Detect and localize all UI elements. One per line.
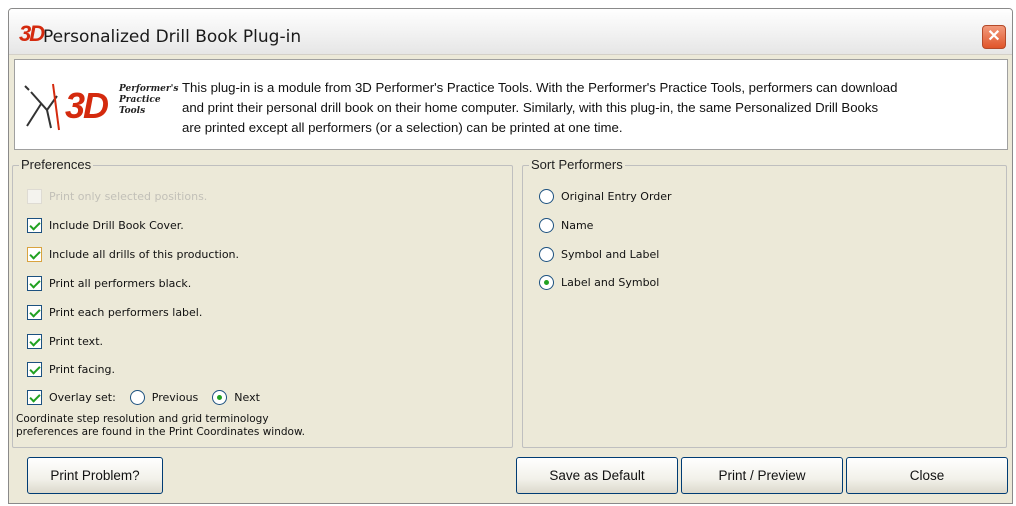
pref-include-all-drills[interactable]: Include all drills of this production. [27,247,239,262]
preferences-label: Preferences [19,157,94,172]
dialog-window: 3D Personalized Drill Book Plug-in ✕ 3D … [8,8,1013,504]
checkbox[interactable] [27,305,42,320]
figure-icon [24,83,60,131]
radio[interactable] [539,218,554,233]
title-bar[interactable]: 3D Personalized Drill Book Plug-in ✕ [9,9,1012,55]
info-panel: 3D Performer's Practice Tools This plug-… [14,59,1008,150]
close-icon[interactable]: ✕ [982,25,1006,49]
logo-subtitle: Performer's Practice Tools [119,84,179,116]
checkbox[interactable] [27,247,42,262]
pref-print-black[interactable]: Print all performers black. [27,276,191,291]
sort-symbol-label[interactable]: Symbol and Label [539,247,659,262]
radio-previous[interactable] [129,390,145,405]
radio[interactable] [539,247,554,262]
pref-print-facing[interactable]: Print facing. [27,362,115,377]
print-problem-button[interactable]: Print Problem? [27,457,163,494]
pref-include-cover[interactable]: Include Drill Book Cover. [27,218,184,233]
sort-name[interactable]: Name [539,218,593,233]
app-logo-icon: 3D [19,21,45,46]
product-logo: 3D Performer's Practice Tools [23,82,178,132]
sort-original-entry[interactable]: Original Entry Order [539,189,672,204]
coordinate-note: Coordinate step resolution and grid term… [16,413,305,438]
save-default-button[interactable]: Save as Default [516,457,678,494]
checkbox[interactable] [27,334,42,349]
pref-print-label[interactable]: Print each performers label. [27,305,202,320]
checkbox[interactable] [27,390,42,405]
radio[interactable] [539,275,554,290]
pref-overlay-set[interactable]: Overlay set: Previous Next [27,390,260,405]
sort-performers-label: Sort Performers [529,157,625,172]
description-text: This plug-in is a module from 3D Perform… [182,80,898,135]
pref-print-selected[interactable]: Print only selected positions. [27,189,207,204]
logo-3d-text: 3D [65,85,109,126]
close-button[interactable]: Close [846,457,1008,494]
checkbox[interactable] [27,189,42,204]
checkbox[interactable] [27,218,42,233]
sort-performers-group: Sort Performers [522,157,1007,448]
radio-next[interactable] [212,390,228,405]
sort-label-symbol[interactable]: Label and Symbol [539,275,659,290]
checkbox[interactable] [27,276,42,291]
radio[interactable] [539,189,554,204]
window-title: Personalized Drill Book Plug-in [43,27,302,47]
checkbox[interactable] [27,362,42,377]
pref-print-text[interactable]: Print text. [27,334,103,349]
print-preview-button[interactable]: Print / Preview [681,457,843,494]
